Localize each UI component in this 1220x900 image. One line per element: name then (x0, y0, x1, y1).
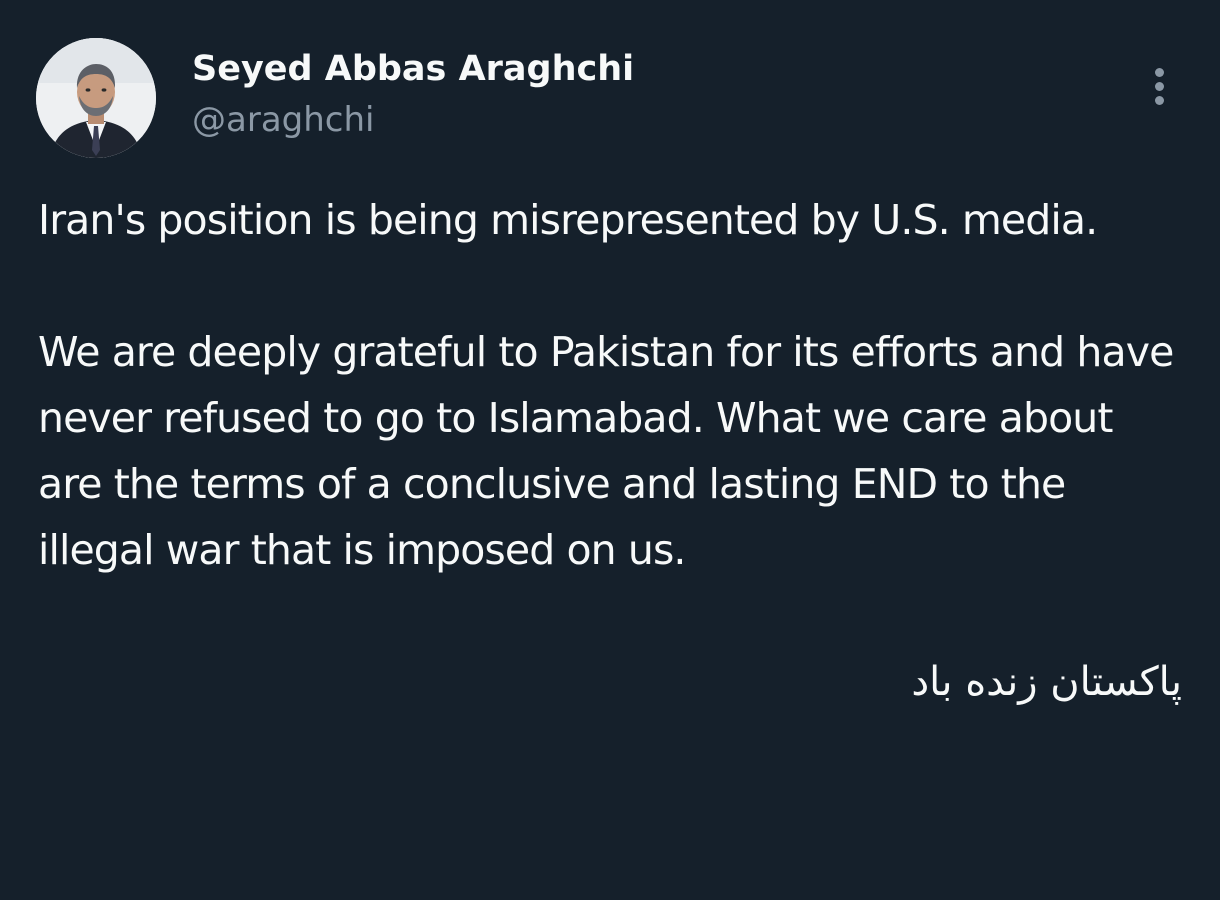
profile-photo-icon (36, 38, 156, 158)
tweet-paragraph: Iran's position is being misrepresented … (38, 196, 1098, 244)
tweet-paragraph: We are deeply grateful to Pakistan for i… (38, 328, 1174, 574)
tweet-text: Iran's position is being misrepresented … (38, 187, 1188, 715)
avatar[interactable] (36, 38, 156, 158)
author-handle[interactable]: @araghchi (192, 98, 374, 142)
tweet-card: Seyed Abbas Araghchi @araghchi Iran's po… (0, 0, 1220, 900)
more-options-button[interactable] (1140, 62, 1180, 112)
author-display-name[interactable]: Seyed Abbas Araghchi (192, 46, 634, 92)
tweet-paragraph-persian: پاکستان زنده باد (911, 659, 1182, 705)
